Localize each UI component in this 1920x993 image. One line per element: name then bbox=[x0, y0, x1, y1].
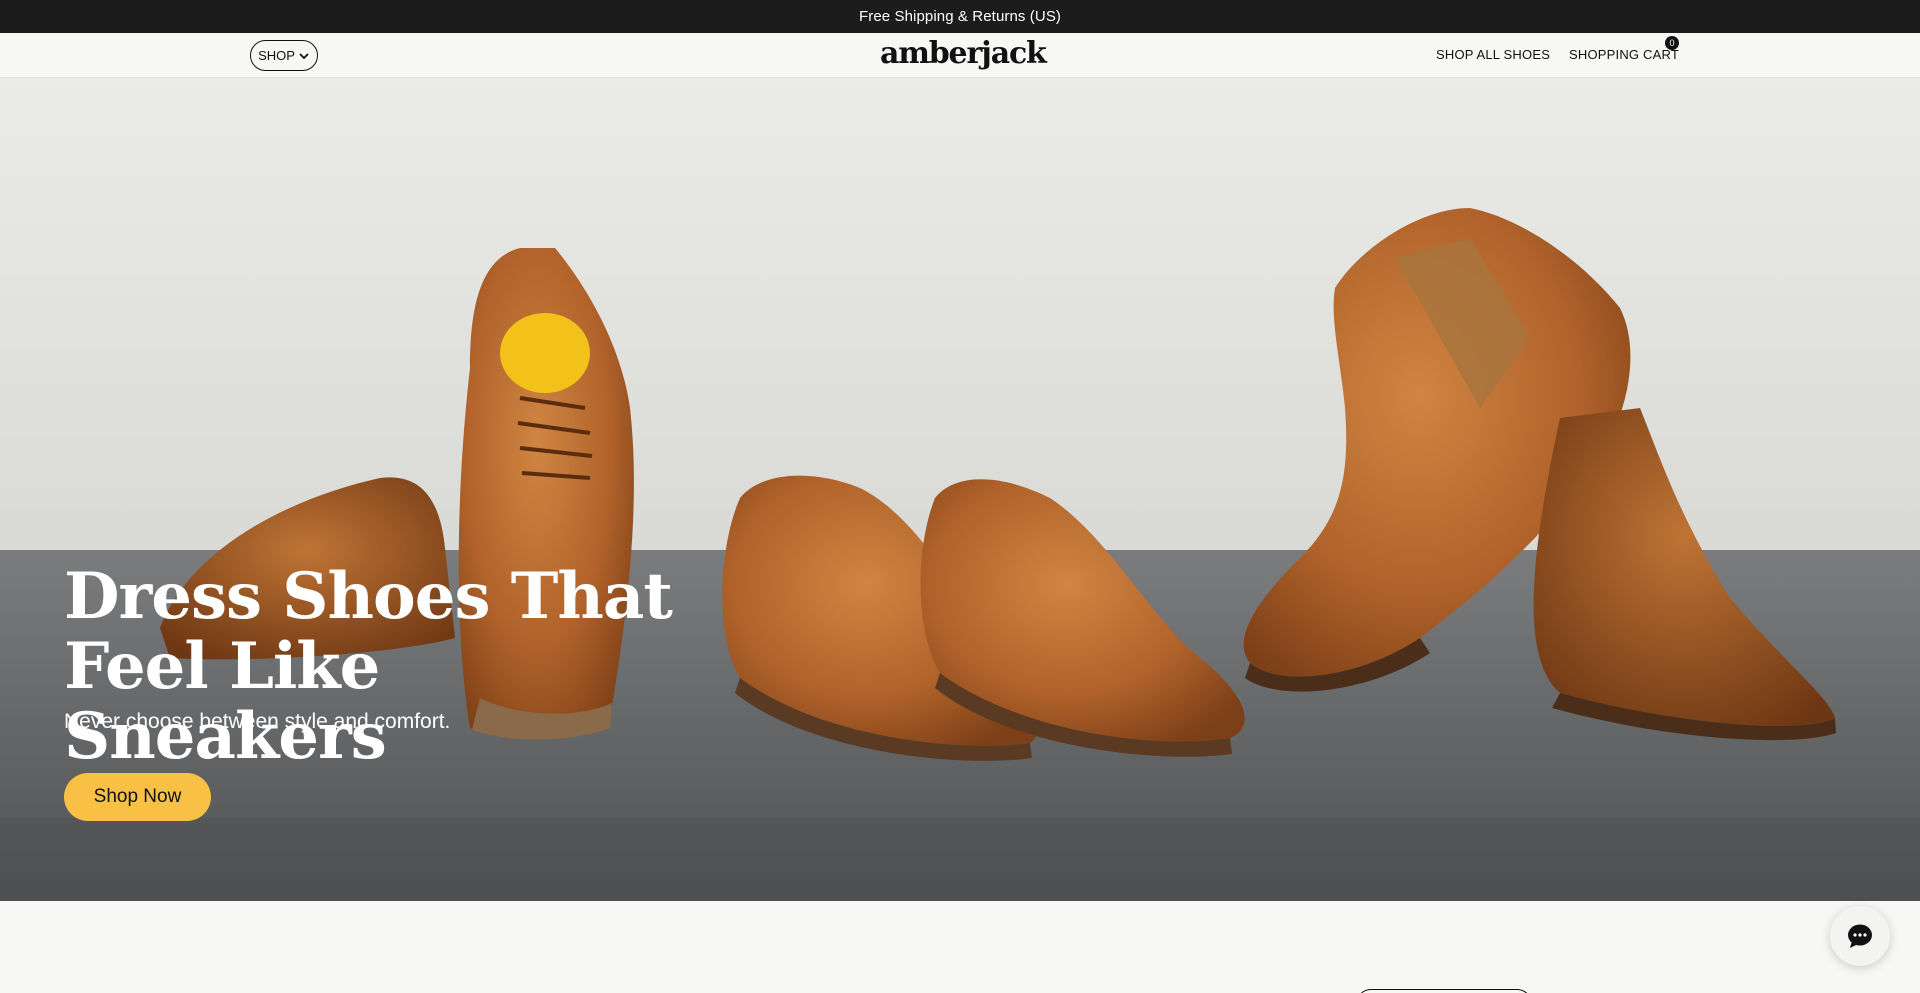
announcement-bar: Free Shipping & Returns (US) bbox=[0, 0, 1920, 33]
site-header: SHOP amberjack SHOP ALL SHOES SHOPPING C… bbox=[0, 33, 1920, 78]
next-section bbox=[0, 901, 1920, 993]
cart-count-badge: 0 bbox=[1665, 36, 1679, 50]
logo[interactable]: amberjack bbox=[880, 35, 1047, 73]
nav-shop-all-shoes[interactable]: SHOP ALL SHOES bbox=[1436, 47, 1550, 62]
hero-title: Dress Shoes That Feel Like Sneakers bbox=[64, 559, 673, 774]
chat-button[interactable] bbox=[1830, 906, 1890, 966]
nav-shopping-cart[interactable]: SHOPPING CART bbox=[1569, 47, 1679, 62]
section-pill-button[interactable] bbox=[1356, 989, 1532, 993]
shop-menu-label: SHOP bbox=[258, 48, 295, 63]
announcement-text: Free Shipping & Returns (US) bbox=[858, 8, 1062, 25]
chevron-down-icon bbox=[299, 52, 309, 59]
shop-now-button[interactable]: Shop Now bbox=[64, 773, 211, 821]
chat-bubble-icon bbox=[1848, 924, 1872, 948]
shop-menu-button[interactable]: SHOP bbox=[250, 40, 318, 71]
hero-subtitle: Never choose between style and comfort. bbox=[64, 710, 451, 733]
hero-shoes-image bbox=[0, 78, 1920, 901]
hero-banner: Dress Shoes That Feel Like Sneakers Neve… bbox=[0, 78, 1920, 901]
